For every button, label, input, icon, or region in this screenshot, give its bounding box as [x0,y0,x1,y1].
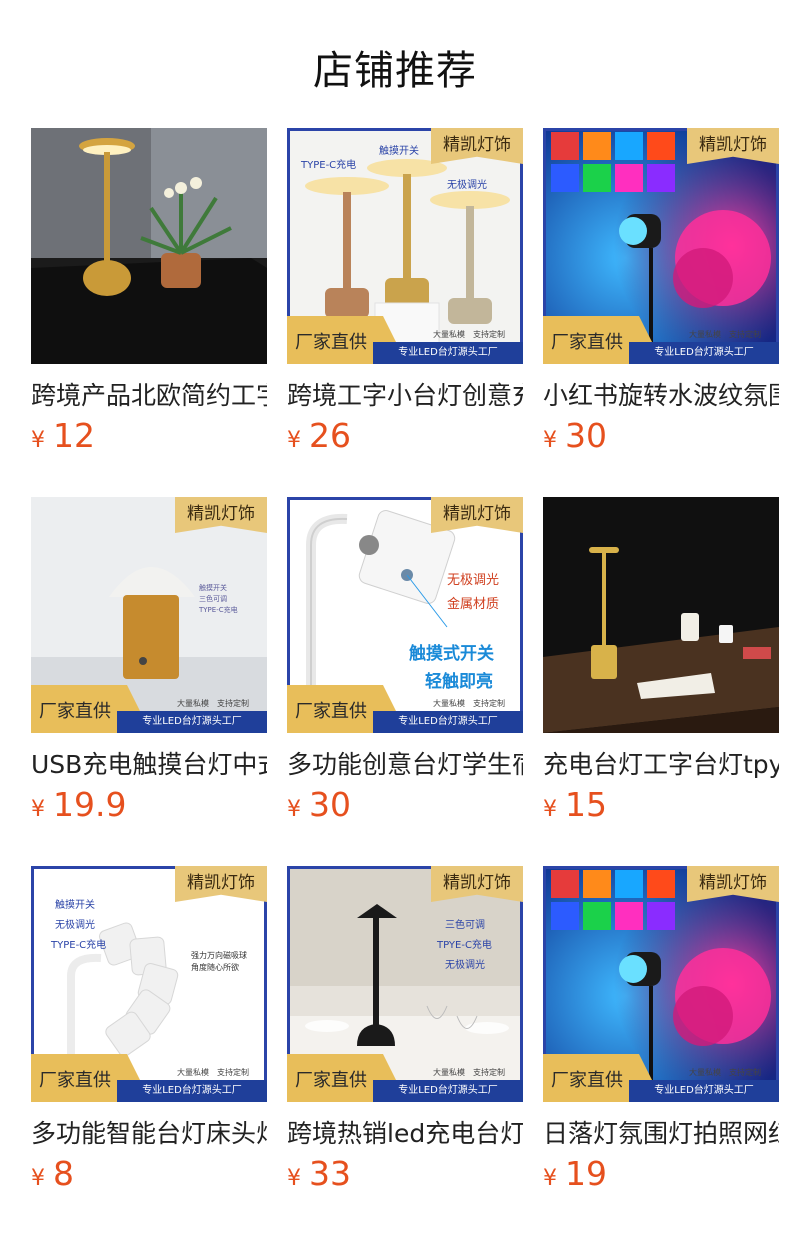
product-image[interactable]: 精凯灯饰 厂家直供 大量私模 支持定制 专业LED台灯源头工厂 [543,866,779,1102]
product-price: ¥12 [31,416,95,456]
product-image[interactable]: 三色可调 TPYE-C充电 无极调光 精凯灯饰 厂家直供 大量私模 支持定制 专… [287,866,523,1102]
factory-banner: 厂家直供 大量私模 支持定制 专业LED台灯源头工厂 [31,685,267,733]
custom-note: 大量私模 支持定制 [177,699,249,708]
custom-note: 大量私模 支持定制 [177,1068,249,1077]
feature-label: 无极调光 [445,960,485,971]
product-card[interactable]: TYPE-C充电 触摸开关 无极调光 精凯灯饰 厂家直供 大量私模 支持定制 专… [287,128,523,468]
feature-label: TYPE-C充电 [301,160,357,171]
product-card[interactable]: 精凯灯饰 厂家直供 大量私模 支持定制 专业LED台灯源头工厂 小红书旋转水波纹… [543,128,779,468]
feature-label: 无极调光 [55,920,95,931]
product-card[interactable]: 触摸开关 三色可调 TYPE-C充电 精凯灯饰 厂家直供 大量私模 支持定制 专… [31,497,267,837]
product-name[interactable]: 日落灯氛围灯拍照网红 [543,1114,779,1150]
currency-symbol: ¥ [31,797,45,822]
price-value: 33 [309,1154,351,1193]
product-image[interactable] [543,497,779,733]
product-name[interactable]: 跨境工字小台灯创意充电 [287,376,523,412]
custom-note: 大量私模 支持定制 [689,1068,761,1077]
factory-strip: 专业LED台灯源头工厂 [629,342,779,364]
product-name[interactable]: 跨境热销led充电台灯 [287,1114,523,1150]
custom-note: 大量私模 支持定制 [433,699,505,708]
price-value: 8 [53,1154,74,1193]
currency-symbol: ¥ [31,1166,45,1191]
factory-label: 厂家直供 [295,1070,367,1091]
factory-strip: 专业LED台灯源头工厂 [373,711,523,733]
factory-strip: 专业LED台灯源头工厂 [117,711,267,733]
page-title: 店铺推荐 [313,48,477,94]
product-price: ¥19.9 [31,785,126,825]
feature-label: TPYE-C充电 [437,940,492,951]
product-image[interactable]: TYPE-C充电 触摸开关 无极调光 精凯灯饰 厂家直供 大量私模 支持定制 专… [287,128,523,364]
feature-label: 三色可调 [445,920,485,931]
product-price: ¥26 [287,416,351,456]
price-value: 15 [565,785,607,824]
product-name[interactable]: 充电台灯工字台灯tpye [543,745,779,781]
feature-label: 无极调光 [447,573,500,588]
product-price: ¥8 [31,1154,74,1194]
factory-banner: 厂家直供 大量私模 支持定制 专业LED台灯源头工厂 [543,1054,779,1102]
currency-symbol: ¥ [287,428,301,453]
product-name[interactable]: 跨境产品北欧简约工字台灯 [31,376,267,412]
feature-label: 触摸开关 [379,146,419,157]
factory-banner: 厂家直供 大量私模 支持定制 专业LED台灯源头工厂 [287,685,523,733]
factory-strip: 专业LED台灯源头工厂 [373,1080,523,1102]
product-image[interactable]: 触摸开关 无极调光 TYPE-C充电 强力万向磁吸球 角度随心所欲 精凯灯饰 厂… [31,866,267,1102]
factory-label: 厂家直供 [551,332,623,353]
factory-label: 厂家直供 [551,1070,623,1091]
factory-label: 厂家直供 [39,1070,111,1091]
product-card[interactable]: 精凯灯饰 厂家直供 大量私模 支持定制 专业LED台灯源头工厂 日落灯氛围灯拍照… [543,866,779,1206]
product-image[interactable] [31,128,267,364]
price-value: 19.9 [53,785,127,824]
custom-note: 大量私模 支持定制 [433,330,505,339]
product-card[interactable]: 充电台灯工字台灯tpye ¥15 [543,497,779,837]
product-card[interactable]: 三色可调 TPYE-C充电 无极调光 精凯灯饰 厂家直供 大量私模 支持定制 专… [287,866,523,1206]
currency-symbol: ¥ [543,1166,557,1191]
feature-label: 角度随心所欲 [191,963,239,972]
currency-symbol: ¥ [31,428,45,453]
factory-banner: 厂家直供 大量私模 支持定制 专业LED台灯源头工厂 [287,1054,523,1102]
product-card[interactable]: 无极调光 金属材质 触摸式开关 轻触即亮 精凯灯饰 厂家直供 大量私模 支持定制… [287,497,523,837]
product-image[interactable]: 触摸开关 三色可调 TYPE-C充电 精凯灯饰 厂家直供 大量私模 支持定制 专… [31,497,267,733]
product-name[interactable]: 多功能智能台灯床头灯 [31,1114,267,1150]
factory-banner: 厂家直供 大量私模 支持定制 专业LED台灯源头工厂 [287,316,523,364]
product-image[interactable]: 精凯灯饰 厂家直供 大量私模 支持定制 专业LED台灯源头工厂 [543,128,779,364]
product-name[interactable]: 小红书旋转水波纹氛围灯 [543,376,779,412]
factory-label: 厂家直供 [295,701,367,722]
product-price: ¥30 [543,416,607,456]
feature-labels: 触摸开关 三色可调 TYPE-C充电 [199,584,238,614]
factory-strip: 专业LED台灯源头工厂 [373,342,523,364]
price-value: 26 [309,416,351,455]
feature-label: 金属材质 [447,597,500,612]
price-value: 30 [565,416,607,455]
factory-label: 厂家直供 [39,701,111,722]
product-name[interactable]: 多功能创意台灯学生宿舍 [287,745,523,781]
product-price: ¥33 [287,1154,351,1194]
currency-symbol: ¥ [543,428,557,453]
currency-symbol: ¥ [287,1166,301,1191]
price-value: 19 [565,1154,607,1193]
feature-label: 强力万向磁吸球 [191,951,247,960]
factory-strip: 专业LED台灯源头工厂 [117,1080,267,1102]
custom-note: 大量私模 支持定制 [433,1068,505,1077]
product-name[interactable]: USB充电触摸台灯中式 [31,745,267,781]
price-value: 12 [53,416,95,455]
price-value: 30 [309,785,351,824]
feature-label: 触摸开关 [55,900,95,911]
currency-symbol: ¥ [543,797,557,822]
factory-banner: 厂家直供 大量私模 支持定制 专业LED台灯源头工厂 [31,1054,267,1102]
custom-note: 大量私模 支持定制 [689,330,761,339]
product-price: ¥19 [543,1154,607,1194]
product-card[interactable]: 触摸开关 无极调光 TYPE-C充电 强力万向磁吸球 角度随心所欲 精凯灯饰 厂… [31,866,267,1206]
feature-label: 无极调光 [447,180,487,191]
factory-strip: 专业LED台灯源头工厂 [629,1080,779,1102]
product-price: ¥30 [287,785,351,825]
product-image[interactable]: 无极调光 金属材质 触摸式开关 轻触即亮 精凯灯饰 厂家直供 大量私模 支持定制… [287,497,523,733]
currency-symbol: ¥ [287,797,301,822]
product-card[interactable]: 跨境产品北欧简约工字台灯 ¥12 [31,128,267,468]
product-price: ¥15 [543,785,607,825]
feature-label: 触摸式开关 [409,644,494,664]
factory-banner: 厂家直供 大量私模 支持定制 专业LED台灯源头工厂 [543,316,779,364]
factory-label: 厂家直供 [295,332,367,353]
feature-label: TYPE-C充电 [51,940,107,951]
